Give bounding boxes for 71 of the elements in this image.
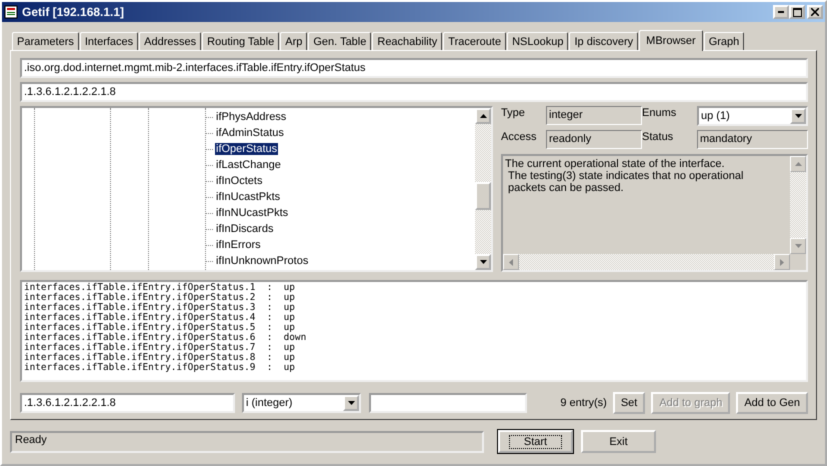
access-field: readonly — [546, 130, 642, 149]
description-line: packets can be passed. — [507, 182, 625, 194]
tab[interactable]: Ip discovery — [569, 32, 638, 50]
scroll-right-icon — [780, 258, 784, 266]
value-type-dropdown[interactable]: i (integer) — [242, 393, 361, 413]
dropdown-arrow-icon — [348, 401, 354, 405]
tree-item[interactable]: ifInUnknownProtos — [215, 255, 310, 267]
tab[interactable]: Arp — [280, 32, 308, 50]
result-line: interfaces.ifTable.ifEntry.ifOperStatus.5 : up — [24, 323, 295, 333]
tree-item[interactable]: ifLastChange — [215, 159, 282, 171]
oid-number-field[interactable]: .1.3.6.1.2.1.2.2.1.8 — [20, 82, 808, 102]
tab[interactable]: Traceroute — [443, 32, 506, 50]
tab[interactable]: Gen. Table — [308, 32, 372, 50]
tree-item[interactable]: ifOperStatus — [215, 143, 278, 155]
result-line: interfaces.ifTable.ifEntry.ifOperStatus.8 : up — [24, 353, 296, 363]
oid-name-field[interactable]: .iso.org.dod.internet.mgmt.mib-2.interfaces.ifTable.ifEntry.ifOperStatus — [20, 58, 808, 78]
result-line: interfaces.ifTable.ifEntry.ifOperStatus.7 : up — [24, 343, 296, 353]
access-label: Access — [501, 130, 538, 143]
minimize-button[interactable] — [773, 5, 789, 19]
tab[interactable]: Addresses — [139, 32, 202, 50]
result-line: interfaces.ifTable.ifEntry.ifOperStatus.9 : up — [24, 363, 296, 373]
dropdown-arrow-icon — [794, 114, 802, 118]
scrollbar[interactable] — [475, 108, 491, 270]
enums-dropdown[interactable]: up (1) — [697, 106, 808, 126]
tab[interactable]: Graph — [704, 32, 744, 50]
oid-field[interactable]: .1.3.6.1.2.1.2.2.1.8 — [20, 393, 235, 413]
tab[interactable]: Routing Table — [202, 32, 280, 50]
tree-item[interactable]: ifPhysAddress — [215, 111, 288, 123]
maximize-button[interactable] — [789, 5, 805, 19]
tab[interactable]: Reachability — [372, 32, 442, 50]
status-label: Status — [642, 130, 674, 143]
tree-item[interactable]: ifInNUcastPkts — [215, 207, 290, 219]
status-field: mandatory — [697, 130, 808, 149]
scroll-thumb[interactable] — [475, 182, 491, 210]
maximize-icon — [792, 8, 802, 16]
tab[interactable]: NSLookup — [507, 32, 568, 50]
tree-item[interactable]: ifAdminStatus — [215, 127, 285, 139]
enums-label: Enums — [642, 106, 678, 119]
scroll-up-icon — [480, 114, 486, 118]
scroll-down-icon — [480, 260, 486, 264]
result-line: interfaces.ifTable.ifEntry.ifOperStatus.3 : up — [24, 303, 296, 313]
window-title: Getif [192.168.1.1] — [22, 5, 124, 19]
description-line: The current operational state of the interface. — [505, 158, 726, 170]
tab[interactable]: Parameters — [12, 32, 79, 50]
value-field[interactable] — [369, 393, 527, 413]
result-line: interfaces.ifTable.ifEntry.ifOperStatus.1 : up — [24, 283, 296, 293]
tree-item[interactable]: ifInErrors — [215, 239, 262, 251]
result-line: interfaces.ifTable.ifEntry.ifOperStatus.4 : up — [24, 313, 296, 323]
tree-item[interactable]: ifInOctets — [215, 175, 264, 187]
tree-item[interactable]: ifInUcastPkts — [215, 191, 282, 203]
scroll-up-icon — [794, 162, 802, 166]
type-field: integer — [546, 106, 642, 125]
scroll-left-icon — [509, 258, 513, 266]
tab[interactable]: Interfaces — [80, 32, 138, 50]
scroll-down-icon — [794, 244, 802, 248]
app-icon — [4, 5, 18, 19]
window-button[interactable]: Start — [498, 430, 573, 453]
description-line: The testing(3) state indicates that no operational — [507, 170, 744, 182]
window-button[interactable]: Exit — [581, 430, 656, 453]
type-label: Type — [501, 106, 526, 119]
close-button[interactable] — [807, 5, 823, 19]
tree-item[interactable]: ifInDiscards — [215, 223, 274, 235]
result-line: interfaces.ifTable.ifEntry.ifOperStatus.2 : up — [24, 293, 296, 303]
action-button[interactable]: Set — [612, 392, 646, 414]
tab[interactable]: MBrowser — [639, 30, 703, 51]
result-line: interfaces.ifTable.ifEntry.ifOperStatus.6 : down — [24, 333, 308, 343]
close-icon — [811, 8, 819, 16]
status-bar: Ready — [10, 430, 484, 452]
entry-count: 9 entry(s) — [560, 397, 607, 409]
action-button[interactable]: Add to Gen — [736, 392, 808, 414]
minimize-icon — [778, 11, 784, 13]
